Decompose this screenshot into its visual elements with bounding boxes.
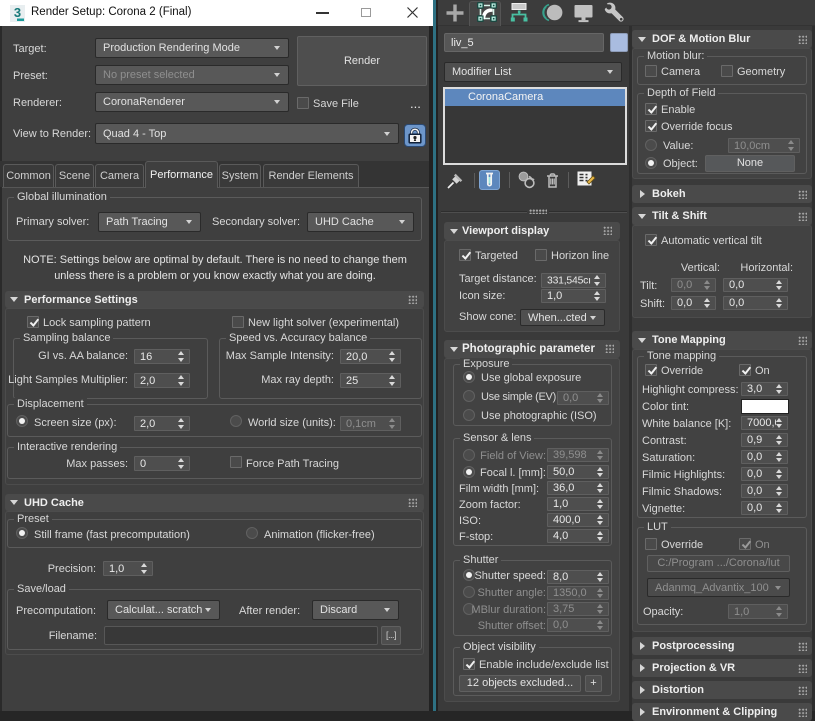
svg-text:3: 3: [14, 5, 21, 20]
